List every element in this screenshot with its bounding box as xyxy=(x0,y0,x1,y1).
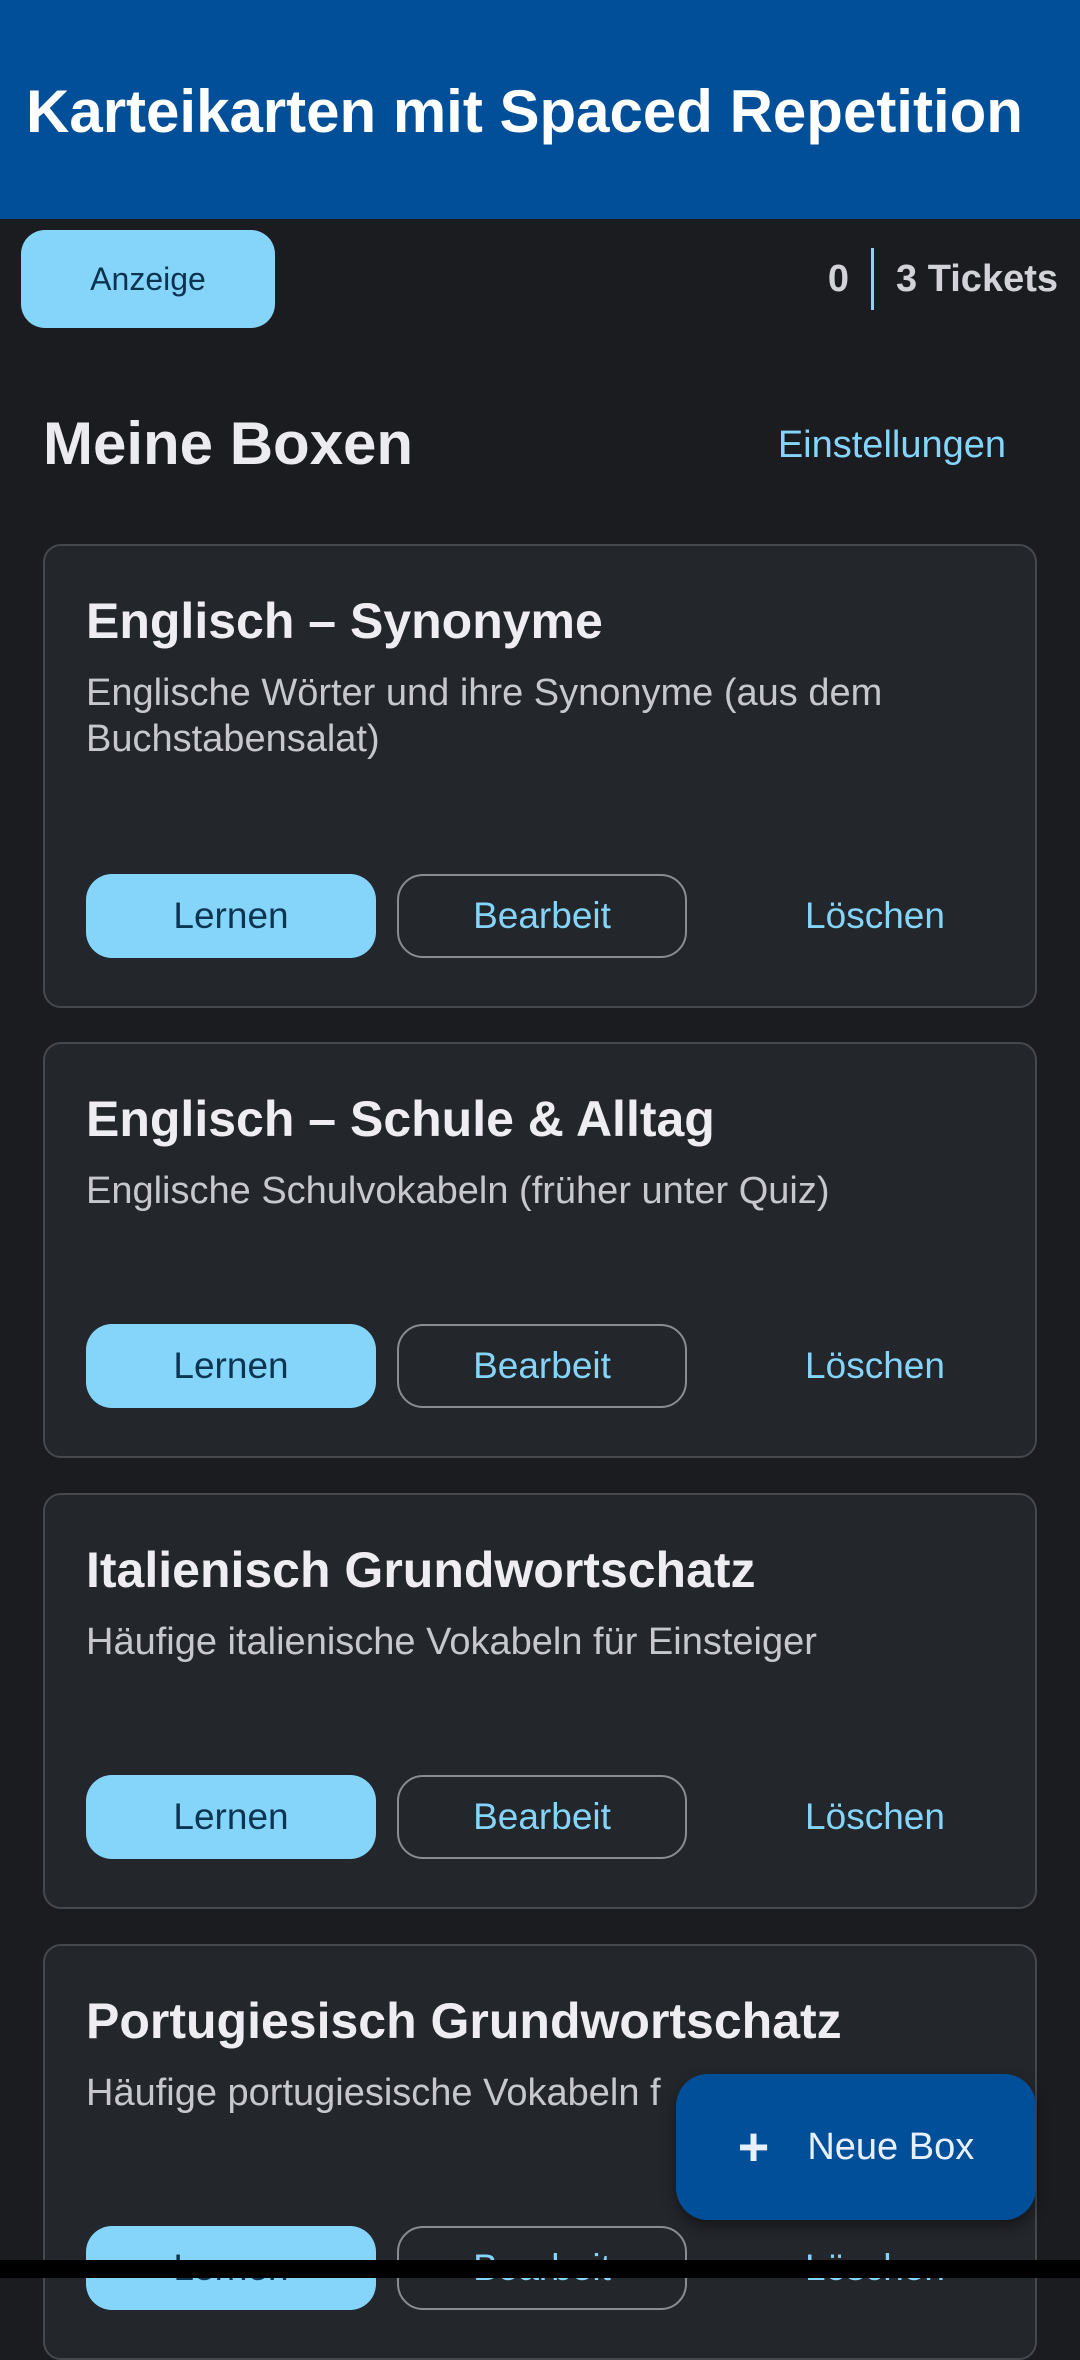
box-card: Englisch – Synonyme Englische Wörter und… xyxy=(43,544,1037,1008)
box-description: Englische Schulvokabeln (früher unter Qu… xyxy=(86,1170,830,1212)
box-title: Italienisch Grundwortschatz xyxy=(86,1542,756,1598)
box-title: Englisch – Synonyme xyxy=(86,593,603,649)
ticket-count: 0 xyxy=(827,257,850,300)
box-card: Englisch – Schule & Alltag Englische Sch… xyxy=(43,1042,1037,1458)
box-title: Portugiesisch Grundwortschatz xyxy=(86,1993,842,2049)
app-bar: Karteikarten mit Spaced Repetition xyxy=(0,0,1080,219)
edit-button[interactable]: Bearbeit xyxy=(397,1775,687,1859)
learn-button[interactable]: Lernen xyxy=(86,874,376,958)
delete-button[interactable]: Löschen xyxy=(735,874,1015,958)
ticket-divider xyxy=(871,248,875,310)
ticket-counter: 0 3 Tickets xyxy=(827,248,1058,310)
app-title: Karteikarten mit Spaced Repetition xyxy=(26,78,1023,145)
learn-button[interactable]: Lernen xyxy=(86,1324,376,1408)
delete-button[interactable]: Löschen xyxy=(735,1324,1015,1408)
system-navigation-bar xyxy=(0,2260,1080,2278)
delete-button[interactable]: Löschen xyxy=(735,1775,1015,1859)
box-description: Englische Wörter und ihre Synonyme (aus … xyxy=(86,672,883,760)
settings-link[interactable]: Einstellungen xyxy=(778,420,1006,470)
ad-button[interactable]: Anzeige xyxy=(21,230,275,328)
tickets-label: 3 Tickets xyxy=(896,257,1058,300)
box-description: Häufige italienische Vokabeln für Einste… xyxy=(86,1621,817,1663)
new-box-label: Neue Box xyxy=(807,2125,975,2168)
box-card: Italienisch Grundwortschatz Häufige ital… xyxy=(43,1493,1037,1909)
plus-icon: + xyxy=(737,2117,770,2177)
section-title: Meine Boxen xyxy=(43,410,414,477)
new-box-button[interactable]: + Neue Box xyxy=(676,2074,1036,2220)
edit-button[interactable]: Bearbeit xyxy=(397,1324,687,1408)
box-title: Englisch – Schule & Alltag xyxy=(86,1091,715,1147)
learn-button[interactable]: Lernen xyxy=(86,1775,376,1859)
edit-button[interactable]: Bearbeit xyxy=(397,874,687,958)
